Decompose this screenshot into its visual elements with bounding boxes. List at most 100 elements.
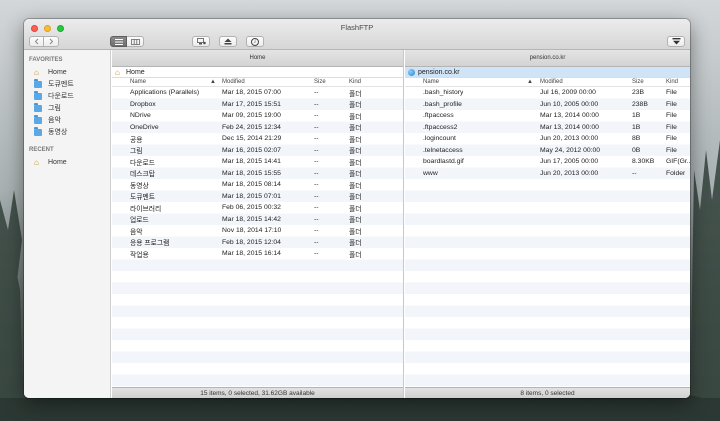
cell-kind: 폴더	[349, 182, 362, 190]
cell-modified: Mar 18, 2015 14:41	[222, 158, 281, 166]
col-kind[interactable]: Kind	[349, 79, 361, 85]
col-size[interactable]: Size	[314, 79, 326, 85]
col-kind[interactable]: Kind	[666, 79, 678, 85]
file-row[interactable]: 공용 Dec 15, 2014 21:29 -- 폴더	[112, 133, 403, 145]
eject-button[interactable]	[219, 36, 237, 47]
cell-modified: Jun 10, 2005 00:00	[540, 100, 599, 108]
favorites-item[interactable]: 동영상	[24, 126, 110, 138]
cell-name: www	[423, 169, 438, 177]
local-path-bar[interactable]: ⌂ Home	[112, 67, 403, 78]
file-row[interactable]: .ftpaccess2 Mar 13, 2014 00:00 1B File	[405, 122, 690, 134]
recent-header: RECENT	[29, 147, 54, 153]
file-row[interactable]: Applications (Parallels) Mar 18, 2015 07:…	[112, 87, 403, 99]
file-row[interactable]: 도큐멘트 Mar 18, 2015 07:01 -- 폴더	[112, 191, 403, 203]
recent-item[interactable]: ⌂ Home	[24, 156, 110, 168]
cell-size: --	[314, 123, 319, 131]
col-name[interactable]: Name	[130, 79, 146, 85]
favorites-item[interactable]: 다운로드	[24, 90, 110, 102]
file-row[interactable]: .ftpaccess Mar 13, 2014 00:00 1B File	[405, 110, 690, 122]
remote-path-bar[interactable]: pension.co.kr	[405, 67, 690, 78]
cell-kind: 폴더	[349, 205, 362, 213]
chevron-left-icon	[34, 38, 38, 45]
favorites-item[interactable]: 그림	[24, 102, 110, 114]
home-icon: ⌂	[34, 67, 39, 77]
cell-name: 업로드	[130, 217, 149, 225]
cell-modified: Mar 18, 2015 15:55	[222, 169, 281, 177]
file-row[interactable]: .bash_history Jul 16, 2009 00:00 23B File	[405, 87, 690, 99]
file-row[interactable]: 동영상 Mar 18, 2015 08:14 -- 폴더	[112, 179, 403, 191]
forward-button[interactable]	[44, 36, 59, 47]
local-pane: Home ⌂ Home Name ▲ Modified Size Kind Ap…	[112, 50, 404, 398]
cell-kind: File	[666, 100, 677, 108]
file-row[interactable]: OneDrive Feb 24, 2015 12:34 -- 폴더	[112, 122, 403, 134]
favorites-item-label: 도큐멘트	[48, 81, 74, 88]
cell-kind: 폴더	[349, 217, 362, 225]
cell-modified: Dec 15, 2014 21:29	[222, 135, 282, 143]
back-button[interactable]	[29, 36, 44, 47]
column-view-icon	[130, 38, 140, 45]
cell-size: --	[314, 112, 319, 120]
cell-modified: Mar 18, 2015 14:42	[222, 215, 281, 223]
cell-kind: 폴더	[349, 171, 362, 179]
favorites-item[interactable]: 도큐멘트	[24, 78, 110, 90]
file-row[interactable]: 작업용 Mar 18, 2015 16:14 -- 폴더	[112, 248, 403, 260]
local-tab[interactable]: Home	[112, 50, 403, 67]
col-size[interactable]: Size	[632, 79, 644, 85]
file-row[interactable]: 응용 프로그램 Feb 18, 2015 12:04 -- 폴더	[112, 237, 403, 249]
info-button[interactable]: i	[246, 36, 264, 47]
file-row[interactable]: 업로드 Mar 18, 2015 14:42 -- 폴더	[112, 214, 403, 226]
file-row[interactable]: 라이브러리 Feb 06, 2015 00:32 -- 폴더	[112, 202, 403, 214]
cell-size: 1B	[632, 123, 641, 131]
cell-name: 응용 프로그램	[130, 240, 170, 248]
remote-file-list[interactable]: .bash_history Jul 16, 2009 00:00 23B File .b…	[405, 87, 690, 393]
cell-name: 라이브러리	[130, 205, 162, 213]
file-row[interactable]: boardlastd.gif Jun 17, 2005 00:00 8.30KB GI…	[405, 156, 690, 168]
cell-name: 그림	[130, 148, 143, 156]
view-mode-group	[110, 36, 144, 47]
cell-modified: Mar 13, 2014 00:00	[540, 123, 599, 131]
column-view-button[interactable]	[127, 36, 144, 47]
favorites-item-label: 그림	[48, 105, 61, 112]
info-icon: i	[251, 37, 259, 46]
file-row[interactable]: 그림 Mar 16, 2015 02:07 -- 폴더	[112, 145, 403, 157]
cell-size: --	[314, 169, 319, 177]
cell-name: 공용	[130, 136, 143, 144]
cell-size: --	[632, 169, 637, 177]
local-status-bar: 15 items, 0 selected, 31.62GB available	[112, 387, 403, 398]
remote-tab[interactable]: pension.co.kr	[405, 50, 690, 67]
sort-ascending-icon[interactable]: ▲	[527, 79, 533, 85]
file-row[interactable]: 음악 Nov 18, 2014 17:10 -- 폴더	[112, 225, 403, 237]
cell-name: boardlastd.gif	[423, 158, 464, 166]
local-column-header: Name ▲ Modified Size Kind	[112, 78, 403, 87]
folder-icon	[34, 91, 42, 100]
cell-size: --	[314, 250, 319, 258]
cell-modified: Mar 13, 2014 00:00	[540, 112, 599, 120]
list-view-button[interactable]	[110, 36, 127, 47]
cell-size: --	[314, 135, 319, 143]
file-row[interactable]: 데스크탑 Mar 18, 2015 15:55 -- 폴더	[112, 168, 403, 180]
file-row[interactable]: Dropbox Mar 17, 2015 15:51 -- 폴더	[112, 99, 403, 111]
file-row[interactable]: NNDriveMar 09, 2015 19:00--폴더	[112, 110, 403, 122]
favorites-item-label: 동영상	[48, 129, 68, 136]
favorites-item[interactable]: 음악	[24, 114, 110, 126]
favorites-item-label: Home	[48, 68, 67, 76]
home-icon: ⌂	[115, 67, 120, 77]
action-menu-button[interactable]	[667, 36, 685, 47]
file-row[interactable]: 다운로드 Mar 18, 2015 14:41 -- 폴더	[112, 156, 403, 168]
favorites-item[interactable]: ⌂ Home	[24, 66, 110, 78]
file-row[interactable]: www Jun 20, 2013 00:00 -- Folder	[405, 168, 690, 180]
cell-size: 0B	[632, 146, 641, 154]
col-name[interactable]: Name	[423, 79, 439, 85]
cell-modified: Jun 20, 2013 00:00	[540, 135, 599, 143]
file-row[interactable]: .telnetaccess May 24, 2012 00:00 0B File	[405, 145, 690, 157]
sort-ascending-icon[interactable]: ▲	[210, 79, 216, 85]
cell-name: 도큐멘트	[130, 194, 156, 202]
file-row[interactable]: .logincount Jun 20, 2013 00:00 8B File	[405, 133, 690, 145]
col-modified[interactable]: Modified	[540, 79, 563, 85]
window-title: FlashFTP	[340, 23, 374, 32]
home-icon: ⌂	[34, 157, 39, 167]
file-row[interactable]: .bash_profile Jun 10, 2005 00:00 238B File	[405, 99, 690, 111]
local-file-list[interactable]: Applications (Parallels) Mar 18, 2015 07:…	[112, 87, 403, 393]
col-modified[interactable]: Modified	[222, 79, 245, 85]
connect-button[interactable]	[192, 36, 210, 47]
